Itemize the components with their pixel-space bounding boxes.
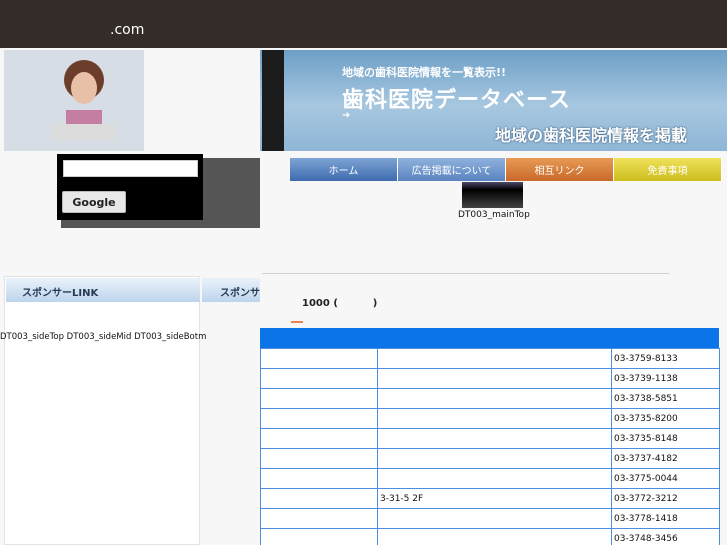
divider (262, 273, 669, 274)
google-search-button[interactable]: Google (62, 191, 126, 213)
clinic-phone-cell: 03-3775-0044 (611, 468, 720, 489)
ad-label-main-top: DT003_mainTop (458, 210, 530, 220)
clinic-name-cell (260, 508, 378, 529)
table-header (260, 328, 719, 348)
table-row[interactable]: 03-3775-0044 (260, 468, 720, 489)
ad-banner-main-top[interactable] (462, 182, 523, 208)
person-photo-icon (52, 60, 116, 140)
site-domain[interactable]: .com (110, 22, 144, 38)
sidebar-panel (4, 276, 200, 545)
table-row[interactable]: 03-3735-8200 (260, 408, 720, 429)
clinic-phone-cell: 03-3738-5851 (611, 388, 720, 409)
clinic-address-cell (377, 468, 612, 489)
clinic-phone-cell: 03-3778-1418 (611, 508, 720, 529)
table-row[interactable]: 3-31-5 2F 03-3772-3212 (260, 488, 720, 509)
arrow-icon: ➜ (342, 110, 351, 121)
sidebar-header-sponsor-2: スポンサーLINK (202, 278, 260, 302)
nav-item-home[interactable]: ホーム (290, 158, 398, 181)
header-photo (4, 50, 144, 151)
result-count-title: 1000 ( ) (302, 298, 378, 309)
table-row[interactable]: 03-3759-8133 (260, 348, 720, 369)
clinic-address-cell (377, 508, 612, 529)
clinic-address-cell (377, 368, 612, 389)
clinic-address-cell: 3-31-5 2F (377, 488, 612, 509)
main-nav: ホーム 広告掲載について 相互リンク 免責事項 (290, 158, 722, 181)
table-row[interactable]: 03-3748-3456 (260, 528, 720, 545)
clinic-name-cell (260, 468, 378, 489)
nav-item-disclaimer[interactable]: 免責事項 (614, 158, 722, 181)
banner-tagline: 地域の歯科医院情報を掲載 (494, 126, 687, 145)
clinic-phone-cell: 03-3737-4182 (611, 448, 720, 469)
table-row[interactable]: 03-3737-4182 (260, 448, 720, 469)
clinic-address-cell (377, 428, 612, 449)
header-banner: 地域の歯科医院情報を一覧表示!! 歯科医院データベース ➜ 地域の歯科医院情報を… (260, 50, 727, 151)
clinic-phone-cell: 03-3739-1138 (611, 368, 720, 389)
title-underline (291, 321, 303, 323)
top-bar: .com (0, 0, 727, 48)
clinic-address-cell (377, 448, 612, 469)
table-row[interactable]: 03-3738-5851 (260, 388, 720, 409)
clinic-name-cell (260, 448, 378, 469)
nav-item-advertising[interactable]: 広告掲載について (398, 158, 506, 181)
clinic-name-cell (260, 368, 378, 389)
clinic-name-cell (260, 488, 378, 509)
sidebar-header-sponsor: スポンサーLINK (6, 278, 200, 302)
clinic-address-cell (377, 388, 612, 409)
clinic-name-cell (260, 388, 378, 409)
clinic-name-cell (260, 428, 378, 449)
clinic-phone-cell: 03-3772-3212 (611, 488, 720, 509)
clinic-address-cell (377, 408, 612, 429)
clinic-address-cell (377, 528, 612, 545)
table-row[interactable]: 03-3735-8148 (260, 428, 720, 449)
table-row[interactable]: 03-3778-1418 (260, 508, 720, 529)
side-ad-labels: DT003_sideTop DT003_sideMid DT003_sideBo… (0, 332, 207, 342)
banner-title: 歯科医院データベース (342, 88, 571, 113)
search-input[interactable] (63, 160, 198, 177)
laptop-image (262, 50, 284, 151)
clinic-phone-cell: 03-3759-8133 (611, 348, 720, 369)
table-row[interactable]: 03-3739-1138 (260, 368, 720, 389)
clinic-phone-cell: 03-3735-8148 (611, 428, 720, 449)
nav-item-links[interactable]: 相互リンク (506, 158, 614, 181)
clinic-name-cell (260, 348, 378, 369)
clinic-name-cell (260, 528, 378, 545)
banner-subtitle: 地域の歯科医院情報を一覧表示!! (342, 66, 507, 79)
clinic-phone-cell: 03-3748-3456 (611, 528, 720, 545)
clinic-name-cell (260, 408, 378, 429)
clinic-table: 03-3759-8133 03-3739-1138 03-3738-5851 03-3… (260, 328, 720, 545)
clinic-phone-cell: 03-3735-8200 (611, 408, 720, 429)
clinic-address-cell (377, 348, 612, 369)
